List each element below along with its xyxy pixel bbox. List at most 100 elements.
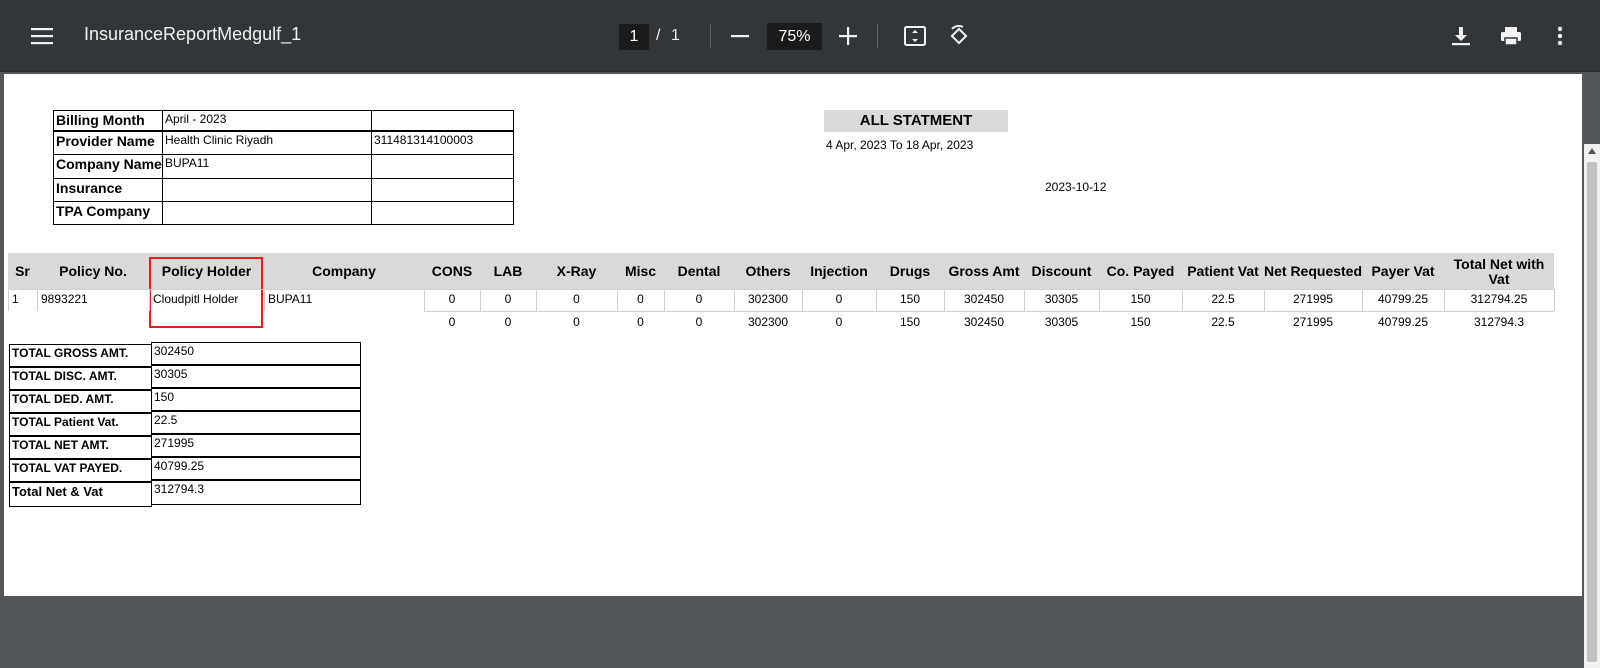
document-title: InsuranceReportMedgulf_1 — [84, 24, 302, 44]
fit-page-icon[interactable] — [901, 22, 929, 50]
column-header-net-requested: Net Requested — [1264, 263, 1363, 279]
summary-value: 302450 — [151, 342, 361, 365]
tpa-company-extra — [371, 201, 514, 225]
insurance-label: Insurance — [53, 178, 163, 202]
table-col-line — [1554, 289, 1555, 311]
table-col-line — [734, 289, 735, 311]
summary-label: TOTAL DED. AMT. — [9, 390, 152, 413]
column-header-cons: CONS — [431, 263, 473, 279]
table-cell-drugs: 150 — [899, 292, 921, 306]
table-cell-payer-vat: 40799.25 — [1377, 292, 1429, 306]
zoom-out-icon[interactable] — [726, 22, 754, 50]
column-header-injection: Injection — [810, 263, 868, 279]
table-col-line — [617, 289, 618, 311]
summary-value: 150 — [151, 388, 361, 411]
summary-value: 22.5 — [151, 411, 361, 434]
column-header-others: Others — [745, 263, 791, 279]
table-cell-x-ray: 0 — [573, 292, 580, 306]
table-col-line — [1264, 289, 1265, 311]
download-icon[interactable] — [1447, 22, 1475, 50]
total-cell-co-payed: 150 — [1130, 315, 1151, 329]
table-col-line — [264, 289, 265, 311]
table-row-line — [8, 289, 1554, 290]
table-col-line — [1444, 289, 1445, 311]
more-options-icon[interactable] — [1546, 22, 1574, 50]
zoom-in-icon[interactable] — [834, 22, 862, 50]
table-col-line — [1362, 289, 1363, 311]
table-row-line — [424, 311, 1554, 312]
summary-label: TOTAL GROSS AMT. — [9, 344, 152, 367]
statement-title: ALL STATMENT — [824, 110, 1008, 132]
total-cell-drugs: 150 — [899, 315, 921, 329]
pdf-toolbar: InsuranceReportMedgulf_1 1 / 1 75% — [0, 0, 1600, 72]
page-separator: / — [656, 27, 661, 44]
tpa-company-label: TPA Company — [53, 201, 163, 225]
summary-label: TOTAL VAT PAYED. — [9, 459, 152, 482]
table-cell-co-payed: 150 — [1130, 292, 1151, 306]
column-header-sr: Sr — [15, 263, 30, 279]
summary-value: 271995 — [151, 434, 361, 457]
print-icon[interactable] — [1497, 22, 1525, 50]
page-total: 1 — [671, 27, 680, 44]
company-name-value: BUPA11 — [162, 154, 372, 179]
column-header-dental: Dental — [677, 263, 721, 279]
summary-label: TOTAL Patient Vat. — [9, 413, 152, 436]
column-header-gross-amt: Gross Amt — [948, 263, 1020, 279]
billing-month-extra — [371, 110, 514, 131]
scroll-thumb[interactable] — [1587, 162, 1597, 662]
table-cell-sr: 1 — [12, 292, 19, 306]
total-cell-lab: 0 — [504, 315, 512, 329]
pdf-page: Billing Month April - 2023 Provider Name… — [4, 74, 1582, 596]
table-col-line — [37, 289, 38, 311]
column-header-discount: Discount — [1031, 263, 1092, 279]
menu-icon[interactable] — [28, 22, 56, 50]
table-col-line — [876, 289, 877, 311]
total-cell-others: 302300 — [747, 315, 789, 329]
vertical-scrollbar[interactable] — [1584, 144, 1600, 668]
table-cell-others: 302300 — [747, 292, 789, 306]
table-col-line — [8, 289, 9, 311]
summary-value: 312794.3 — [151, 480, 361, 505]
table-cell-lab: 0 — [504, 292, 512, 306]
table-col-line — [664, 289, 665, 311]
column-header-co-payed: Co. Payed — [1106, 263, 1175, 279]
scroll-up-arrow-icon[interactable] — [1588, 148, 1596, 154]
column-header-total-net-with-vat: Total Net with Vat — [1453, 256, 1545, 287]
table-cell-total-net-with-vat: 312794.25 — [1470, 292, 1528, 306]
table-cell-misc: 0 — [637, 292, 644, 306]
rotate-icon[interactable] — [945, 22, 973, 50]
total-cell-net-requested: 271995 — [1292, 315, 1334, 329]
total-cell-payer-vat: 40799.25 — [1377, 315, 1429, 329]
provider-id: 311481314100003 — [371, 131, 514, 155]
tpa-company-value — [162, 201, 372, 225]
column-header-payer-vat: Payer Vat — [1371, 263, 1435, 279]
total-cell-injection: 0 — [835, 315, 843, 329]
column-header-company: Company — [312, 263, 376, 279]
table-cell-gross-amt: 302450 — [963, 292, 1005, 306]
column-header-patient-vat: Patient Vat — [1187, 263, 1259, 279]
total-cell-gross-amt: 302450 — [963, 315, 1005, 329]
summary-value: 40799.25 — [151, 457, 361, 480]
table-cell-injection: 0 — [835, 292, 843, 306]
zoom-level-input[interactable]: 75% — [767, 23, 822, 50]
table-col-line — [1024, 289, 1025, 311]
table-col-line — [944, 289, 945, 311]
table-cell-policy-no: 9893221 — [41, 292, 88, 306]
total-cell-misc: 0 — [637, 315, 644, 329]
toolbar-divider — [877, 24, 878, 48]
column-header-lab: LAB — [493, 263, 523, 279]
column-header-policy-holder: Policy Holder — [161, 263, 252, 279]
table-cell-company: BUPA11 — [268, 292, 313, 306]
billing-month-value: April - 2023 — [162, 110, 372, 131]
table-cell-patient-vat: 22.5 — [1211, 292, 1235, 306]
page-number-input[interactable]: 1 — [619, 24, 649, 50]
pdf-viewer-area: Billing Month April - 2023 Provider Name… — [0, 72, 1600, 668]
total-cell-patient-vat: 22.5 — [1211, 315, 1235, 329]
table-cell-cons: 0 — [448, 292, 456, 306]
total-cell-total-net-with-vat: 312794.3 — [1473, 315, 1525, 329]
total-cell-dental: 0 — [695, 315, 703, 329]
provider-name-label: Provider Name — [53, 131, 163, 155]
table-col-line — [480, 289, 481, 311]
total-cell-cons: 0 — [448, 315, 456, 329]
company-extra — [371, 154, 514, 179]
